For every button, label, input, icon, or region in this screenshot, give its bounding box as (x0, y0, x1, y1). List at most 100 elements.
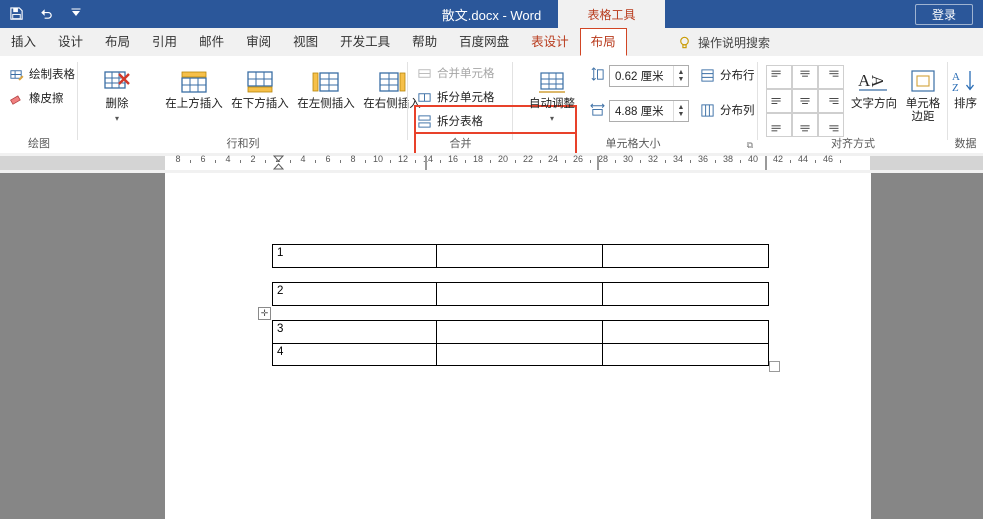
table-cell[interactable] (437, 283, 603, 305)
cell-margins-button[interactable]: 单元格边距 (902, 64, 944, 124)
ribbon-tab-4[interactable]: 邮件 (188, 28, 235, 56)
ribbon-tab-5[interactable]: 审阅 (235, 28, 282, 56)
ruler-tick (415, 160, 416, 163)
align-top-right-icon[interactable] (818, 65, 844, 89)
horizontal-ruler[interactable]: 8642246810121416182022242628303234363840… (0, 153, 983, 174)
draw-table-button[interactable]: 绘制表格 (8, 64, 75, 84)
table-row[interactable]: 4 (273, 343, 768, 365)
tell-me-box[interactable]: 操作说明搜索 (676, 28, 770, 56)
table-cell[interactable]: 1 (273, 245, 438, 267)
insert-above-button[interactable]: 在上方插入 (158, 64, 230, 111)
lightbulb-icon (676, 34, 692, 50)
row-height-stepper[interactable]: 0.62 厘米 ▲ ▼ (609, 65, 689, 87)
distribute-rows-button[interactable]: 分布行 (699, 65, 755, 85)
align-bottom-right-icon[interactable] (818, 113, 844, 137)
insert-right-icon (376, 64, 408, 98)
table-cell[interactable] (603, 321, 768, 343)
eraser-button[interactable]: 橡皮擦 (8, 88, 64, 108)
align-bottom-left-icon[interactable] (766, 113, 792, 137)
ribbon-tab-0[interactable]: 插入 (0, 28, 47, 56)
ribbon-tab-6[interactable]: 视图 (282, 28, 329, 56)
ribbon-tab-3[interactable]: 引用 (141, 28, 188, 56)
ruler-number: 6 (325, 154, 331, 164)
sort-button[interactable]: AZ 排序 (948, 64, 983, 111)
ruler-tick (290, 160, 291, 163)
ruler-tick (440, 160, 441, 163)
ribbon-tabs: 插入 设计 布局 引用 邮件 审阅 视图 开发工具 帮助 百度网盘 表设计 布局 (0, 28, 627, 56)
table-cell[interactable] (603, 344, 768, 365)
ruler-column-marker[interactable] (425, 156, 427, 170)
ruler-number: 32 (647, 154, 659, 164)
login-button[interactable]: 登录 (915, 4, 973, 25)
ribbon-tab-1[interactable]: 设计 (47, 28, 94, 56)
table-cell[interactable] (437, 344, 603, 365)
first-line-indent-marker[interactable] (272, 155, 285, 173)
align-middle-center-icon[interactable] (792, 89, 818, 113)
ribbon-tab-8[interactable]: 帮助 (401, 28, 448, 56)
table-row[interactable]: 2 (273, 283, 768, 305)
autofit-icon (537, 64, 567, 98)
table-cell[interactable] (437, 321, 603, 343)
table-row[interactable]: 3 (273, 321, 768, 343)
merge-cells-icon (416, 65, 432, 81)
ribbon-tab-7[interactable]: 开发工具 (329, 28, 401, 56)
ruler-number: 46 (822, 154, 834, 164)
ribbon-tab-9[interactable]: 百度网盘 (448, 28, 520, 56)
ruler-tick (465, 160, 466, 163)
align-middle-right-icon[interactable] (818, 89, 844, 113)
align-top-center-icon[interactable] (792, 65, 818, 89)
autofit-chevron-down-icon[interactable]: ▾ (550, 112, 554, 125)
table-2[interactable]: 2 (272, 282, 769, 306)
column-width-value: 4.88 厘米 (615, 106, 664, 118)
column-width-stepper[interactable]: 4.88 厘米 ▲ ▼ (609, 100, 689, 122)
delete-chevron-down-icon[interactable]: ▾ (115, 112, 119, 125)
ribbon-tab-2[interactable]: 布局 (94, 28, 141, 56)
ruler-number: 8 (175, 154, 181, 164)
align-top-left-icon[interactable] (766, 65, 792, 89)
ruler-number: 16 (447, 154, 459, 164)
table-row[interactable]: 1 (273, 245, 768, 267)
table-3[interactable]: 3 4 (272, 320, 769, 366)
insert-below-button[interactable]: 在下方插入 (224, 64, 296, 111)
ribbon-tab-10[interactable]: 表设计 (520, 28, 580, 56)
ruler-tick (265, 160, 266, 163)
ruler-number: 44 (797, 154, 809, 164)
column-width-spin-arrows[interactable]: ▲ ▼ (673, 101, 688, 121)
text-direction-icon: AA (857, 64, 891, 98)
ruler-number: 18 (472, 154, 484, 164)
text-direction-button[interactable]: AA 文字方向 (848, 64, 900, 111)
table-cell[interactable]: 4 (273, 344, 438, 365)
contextual-tab-label: 表格工具 (558, 0, 665, 28)
ruler-tick (215, 160, 216, 163)
distribute-columns-button[interactable]: 分布列 (699, 100, 755, 120)
document-canvas[interactable]: 1 2 3 4 ✛ (0, 173, 983, 519)
ruler-column-marker[interactable] (765, 156, 767, 170)
table-cell[interactable]: 3 (273, 321, 438, 343)
table-cell[interactable] (603, 283, 768, 305)
autofit-button[interactable]: 自动调整 ▾ (521, 64, 583, 125)
align-bottom-center-icon[interactable] (792, 113, 818, 137)
svg-text:Z: Z (952, 82, 959, 94)
row-height-spin-arrows[interactable]: ▲ ▼ (673, 66, 688, 86)
split-cells-button[interactable]: 拆分单元格 (416, 87, 495, 107)
table-cell[interactable] (437, 245, 603, 267)
title-bar: 散文.docx - Word 表格工具 登录 (0, 0, 983, 28)
table-cell[interactable]: 2 (273, 283, 438, 305)
split-table-button[interactable]: 拆分表格 (416, 111, 483, 131)
ruler-tick (340, 160, 341, 163)
table-move-handle-icon[interactable]: ✛ (258, 307, 271, 320)
group-label-cell-size: 单元格大小 (605, 138, 661, 150)
ruler-column-marker[interactable] (597, 156, 599, 170)
ribbon-tab-11[interactable]: 布局 (579, 28, 627, 56)
align-middle-left-icon[interactable] (766, 89, 792, 113)
ruler-number: 26 (572, 154, 584, 164)
dialog-launcher-icon[interactable]: ⧉ (747, 140, 753, 151)
table-1[interactable]: 1 (272, 244, 769, 268)
ruler-tick (490, 160, 491, 163)
page-1[interactable]: 1 2 3 4 ✛ (165, 173, 871, 519)
delete-button[interactable]: 删除 ▾ (86, 64, 148, 125)
split-table-icon (416, 113, 432, 129)
autofit-label: 自动调整 (529, 98, 575, 110)
insert-left-button[interactable]: 在左侧插入 (290, 64, 362, 111)
table-cell[interactable] (603, 245, 768, 267)
